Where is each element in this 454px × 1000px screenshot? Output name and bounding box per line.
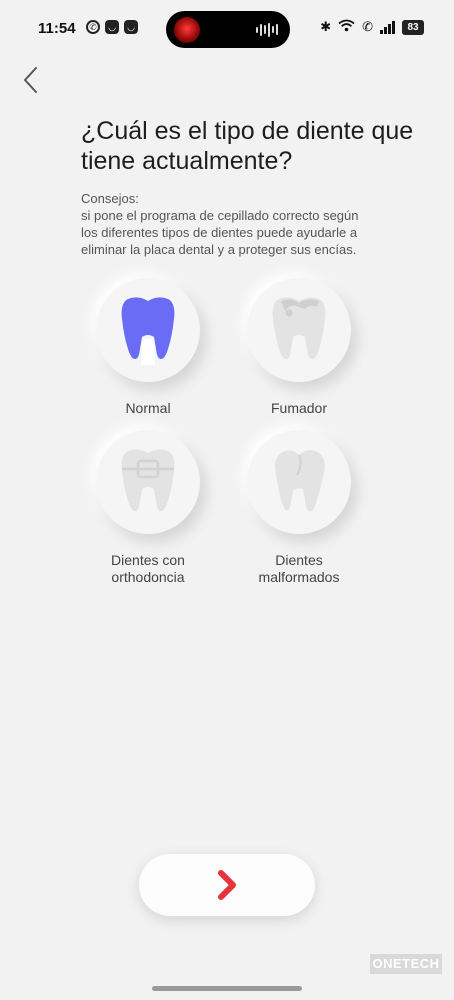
smoker-tooth-icon bbox=[272, 297, 326, 359]
option-label: Fumador bbox=[270, 400, 328, 416]
next-button[interactable] bbox=[139, 854, 315, 916]
chevron-right-icon bbox=[218, 870, 236, 900]
tooth-icon bbox=[121, 297, 175, 365]
bluetooth-icon: ✱ bbox=[320, 19, 332, 34]
option-normal[interactable]: Normal bbox=[78, 278, 218, 417]
media-artwork-icon bbox=[174, 17, 200, 43]
option-circle bbox=[247, 430, 351, 534]
malformed-tooth-icon bbox=[275, 450, 325, 512]
shopping-bag-icon: ◡ bbox=[124, 20, 138, 34]
chevron-left-icon bbox=[24, 67, 37, 93]
option-circle bbox=[96, 430, 200, 534]
back-button[interactable] bbox=[14, 62, 50, 98]
shopping-bag-icon: ◡ bbox=[105, 20, 119, 34]
tips-section: Consejos: si pone el programa de cepilla… bbox=[81, 190, 401, 258]
option-label: Normal bbox=[125, 400, 171, 416]
option-label: Dientes con orthodoncia bbox=[111, 552, 185, 585]
signal-icon bbox=[380, 20, 395, 34]
option-circle bbox=[247, 278, 351, 382]
option-label: Dientes malformados bbox=[258, 552, 340, 585]
option-ortodoncia[interactable]: Dientes con orthodoncia bbox=[78, 430, 218, 586]
option-circle bbox=[96, 278, 200, 382]
wifi-icon bbox=[338, 19, 355, 35]
battery-icon: 83 bbox=[402, 19, 424, 35]
page-title: ¿Cuál es el tipo de diente que tiene act… bbox=[81, 117, 414, 175]
home-indicator[interactable] bbox=[152, 986, 302, 991]
option-fumador[interactable]: Fumador bbox=[229, 278, 369, 417]
call-icon: ✆ bbox=[362, 19, 373, 34]
option-malformados[interactable]: Dientes malformados bbox=[229, 430, 369, 586]
status-time: 11:54 bbox=[38, 20, 76, 37]
whatsapp-icon: ✆ bbox=[86, 20, 100, 34]
system-icons: ✱ ✆ 83 bbox=[320, 19, 424, 35]
dynamic-island bbox=[166, 11, 290, 48]
status-bar: 11:54 ✆ ◡ ◡ ✱ ✆ 83 bbox=[0, 0, 454, 56]
braces-tooth-icon bbox=[121, 449, 175, 511]
notification-icons: ✆ ◡ ◡ bbox=[86, 20, 138, 34]
audio-wave-icon bbox=[256, 22, 278, 37]
tips-body: si pone el programa de cepillado correct… bbox=[81, 208, 359, 257]
watermark-logo: ONETECH bbox=[370, 954, 442, 974]
tips-heading: Consejos: bbox=[81, 191, 139, 206]
